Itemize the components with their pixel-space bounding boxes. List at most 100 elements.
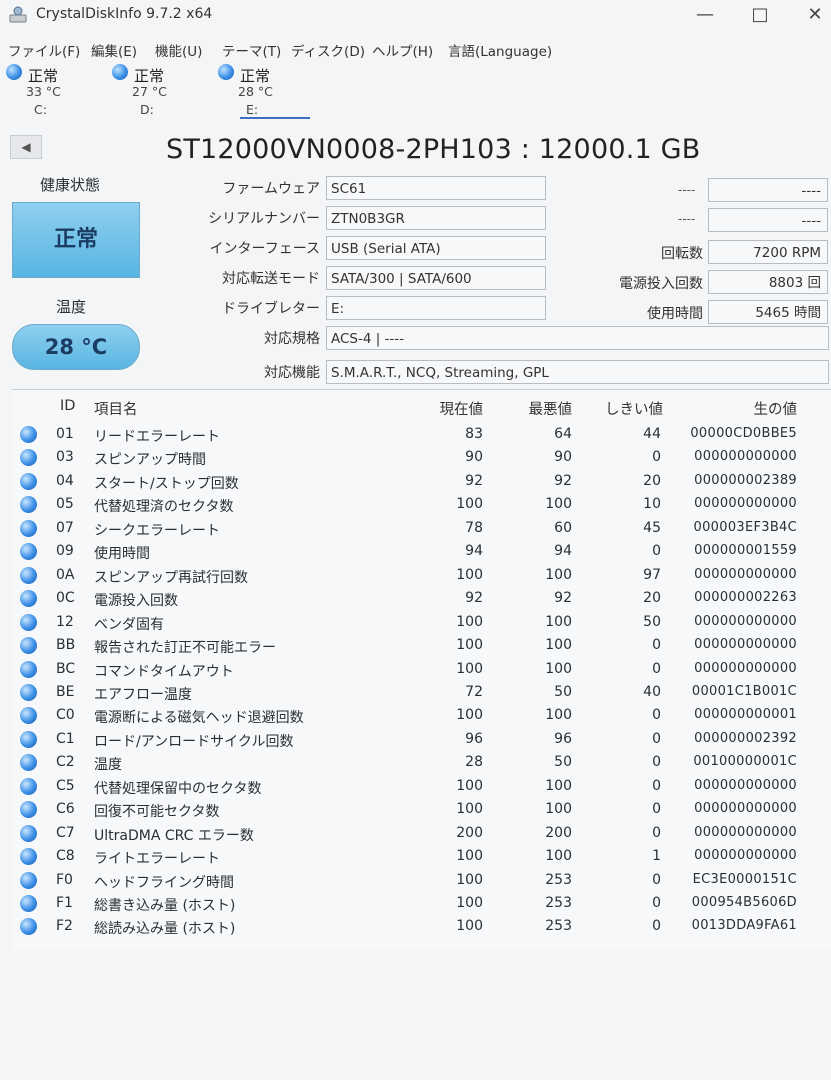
table-row[interactable]: C7 UltraDMA CRC エラー数 200 200 0 000000000000 <box>12 822 831 845</box>
health-status-icon <box>112 64 128 80</box>
attr-threshold: 0 <box>652 801 661 818</box>
table-row[interactable]: 03 スピンアップ時間 90 90 0 000000000000 <box>12 446 831 469</box>
table-row[interactable]: 07 シークエラーレート 78 60 45 000003EF3B4C <box>12 517 831 540</box>
table-row[interactable]: C5 代替処理保留中のセクタ数 100 100 0 000000000000 <box>12 775 831 798</box>
table-row[interactable]: 0C 電源投入回数 92 92 20 000000002263 <box>12 587 831 610</box>
attr-name: 温度 <box>94 757 122 774</box>
menu-language[interactable]: 言語(Language) <box>448 40 552 60</box>
attr-current: 100 <box>456 613 483 630</box>
table-row[interactable]: 12 ベンダ固有 100 100 50 000000000000 <box>12 611 831 634</box>
attr-worst: 100 <box>545 566 572 583</box>
table-row[interactable]: C8 ライトエラーレート 100 100 1 000000000000 <box>12 845 831 868</box>
attr-threshold: 0 <box>652 918 661 935</box>
rotation-label: 回転数 <box>661 246 703 262</box>
column-header-current[interactable]: 現在値 <box>440 398 484 419</box>
status-dot-icon <box>20 472 37 490</box>
attr-id: 01 <box>56 426 74 442</box>
table-row[interactable]: C1 ロード/アンロードサイクル回数 96 96 0 000000002392 <box>12 728 831 751</box>
firmware-field: SC61 <box>326 176 546 200</box>
maximize-button[interactable]: □ <box>745 4 775 25</box>
status-dot-icon <box>20 543 37 561</box>
drive-tab-d[interactable]: 正常 27 °C D: <box>110 62 210 118</box>
unknown-label-1: ---- <box>678 183 696 197</box>
table-row[interactable]: 01 リードエラーレート 83 64 44 00000CD0BBE5 <box>12 423 831 446</box>
attr-id: F2 <box>56 918 73 935</box>
attr-raw-value: 00100000001C <box>693 754 797 770</box>
health-status-button[interactable]: 正常 <box>12 202 140 278</box>
menu-help[interactable]: ヘルプ(H) <box>372 40 433 60</box>
table-row[interactable]: 09 使用時間 94 94 0 000000001559 <box>12 540 831 563</box>
table-row[interactable]: BE エアフロー温度 72 50 40 00001C1B001C <box>12 681 831 704</box>
status-dot-icon <box>20 519 37 537</box>
table-row[interactable]: F1 総書き込み量 (ホスト) 100 253 0 000954B5606D <box>12 892 831 915</box>
attr-current: 78 <box>465 519 483 536</box>
menu-file[interactable]: ファイル(F) <box>8 40 80 60</box>
power-on-count-field: 8803 回 <box>708 270 828 294</box>
unknown-field-2: ---- <box>708 208 828 232</box>
attr-worst: 60 <box>554 519 572 536</box>
status-dot-icon <box>20 496 37 514</box>
drive-tab-e[interactable]: 正常 28 °C E: <box>216 62 316 119</box>
column-header-threshold[interactable]: しきい値 <box>605 398 663 419</box>
standard-label: 対応規格 <box>264 331 320 347</box>
table-row[interactable]: 0A スピンアップ再試行回数 100 100 97 000000000000 <box>12 564 831 587</box>
menu-theme[interactable]: テーマ(T) <box>222 40 281 60</box>
smart-attributes-table[interactable]: ID 項目名 現在値 最悪値 しきい値 生の値 01 リードエラーレート 83 64 4… <box>12 389 831 950</box>
close-button[interactable]: ✕ <box>800 4 830 25</box>
attr-current: 92 <box>465 472 483 489</box>
attr-name: エアフロー温度 <box>94 686 192 703</box>
attr-current: 100 <box>456 801 483 818</box>
attr-threshold: 0 <box>652 637 661 654</box>
attr-worst: 100 <box>545 848 572 865</box>
drive-tab-c[interactable]: 正常 33 °C C: <box>4 62 104 118</box>
table-row[interactable]: 04 スタート/ストップ回数 92 92 20 000000002389 <box>12 470 831 493</box>
table-row[interactable]: C0 電源断による磁気ヘッド退避回数 100 100 0 000000000001 <box>12 704 831 727</box>
column-header-raw[interactable]: 生の値 <box>754 398 798 419</box>
attr-name: ロード/アンロードサイクル回数 <box>94 733 294 750</box>
unknown-label-2: ---- <box>678 212 696 226</box>
menu-disk[interactable]: ディスク(D) <box>291 40 365 60</box>
previous-disk-arrow-icon[interactable]: ◀ <box>10 135 42 159</box>
attr-id: F1 <box>56 895 73 911</box>
table-row[interactable]: 05 代替処理済のセクタ数 100 100 10 000000000000 <box>12 493 831 516</box>
menu-edit[interactable]: 編集(E) <box>91 40 137 60</box>
attr-threshold: 0 <box>652 754 661 771</box>
attr-current: 96 <box>465 730 483 747</box>
attr-raw-value: 000000002263 <box>694 590 797 606</box>
table-row[interactable]: BC コマンドタイムアウト 100 100 0 000000000000 <box>12 658 831 681</box>
attr-threshold: 20 <box>643 472 661 489</box>
attr-name: ライトエラーレート <box>94 851 220 868</box>
table-row[interactable]: F2 総読み込み量 (ホスト) 100 253 0 0013DDA9FA61 <box>12 915 831 938</box>
column-header-name[interactable]: 項目名 <box>94 398 138 419</box>
status-dot-icon <box>20 449 37 467</box>
temperature-button[interactable]: 28 °C <box>12 324 140 370</box>
attr-current: 100 <box>456 496 483 513</box>
column-header-worst[interactable]: 最悪値 <box>529 398 573 419</box>
power-on-count-label: 電源投入回数 <box>619 276 703 292</box>
drive-temp: 27 °C <box>132 84 167 99</box>
attr-name: 総読み込み量 (ホスト) <box>94 921 236 938</box>
menu-function[interactable]: 機能(U) <box>155 40 202 60</box>
drive-letter: C: <box>34 102 47 117</box>
table-row[interactable]: F0 ヘッドフライング時間 100 253 0 EC3E0000151C <box>12 869 831 892</box>
attr-threshold: 20 <box>643 590 661 607</box>
status-dot-icon <box>20 637 37 655</box>
attr-raw-value: 000000002392 <box>694 730 797 746</box>
status-dot-icon <box>20 848 37 866</box>
firmware-label: ファームウェア <box>222 181 320 197</box>
table-row[interactable]: BB 報告された訂正不可能エラー 100 100 0 000000000000 <box>12 634 831 657</box>
attr-worst: 92 <box>554 590 572 607</box>
attr-current: 100 <box>456 848 483 865</box>
drive-status: 正常 <box>134 67 165 85</box>
attr-current: 100 <box>456 918 483 935</box>
table-row[interactable]: C2 温度 28 50 0 00100000001C <box>12 751 831 774</box>
active-tab-indicator <box>240 117 310 119</box>
attr-raw-value: 000000000000 <box>694 637 797 653</box>
minimize-button[interactable]: — <box>690 4 720 25</box>
attr-raw-value: 000000000000 <box>694 496 797 512</box>
attr-name: 総書き込み量 (ホスト) <box>94 898 236 914</box>
features-label: 対応機能 <box>264 365 320 381</box>
attr-id: 03 <box>56 449 74 466</box>
table-row[interactable]: C6 回復不可能セクタ数 100 100 0 000000000000 <box>12 798 831 821</box>
column-header-id[interactable]: ID <box>60 398 75 414</box>
